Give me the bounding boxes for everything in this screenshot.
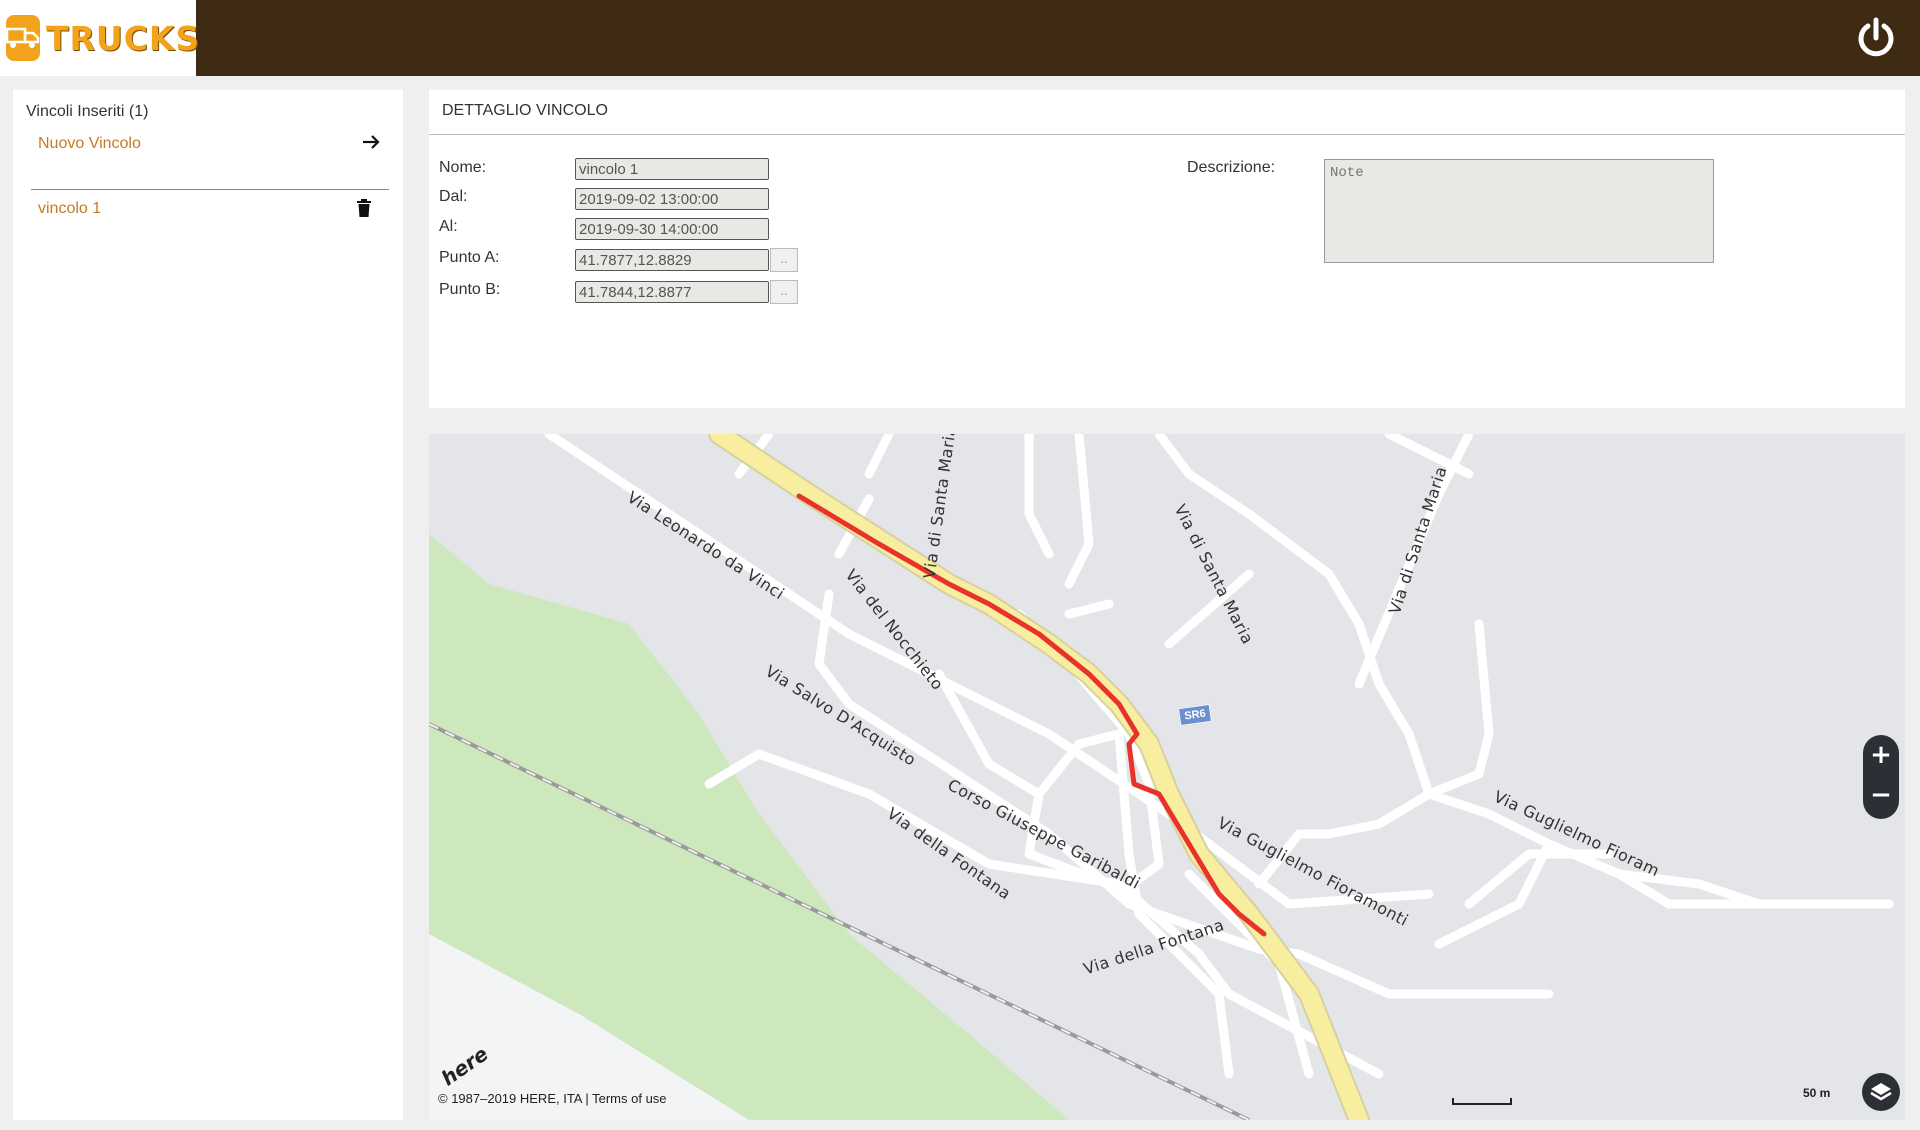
- map-canvas: [429, 434, 1894, 1120]
- top-bar: TRUCKS: [0, 0, 1920, 76]
- name-label: Nome:: [439, 159, 487, 176]
- to-date-field[interactable]: [575, 218, 769, 240]
- detail-title: DETTAGLIO VINCOLO: [442, 102, 608, 119]
- arrow-right-icon[interactable]: [360, 131, 382, 153]
- list-divider: [31, 189, 389, 190]
- power-button[interactable]: [1854, 16, 1898, 60]
- from-label: Dal:: [439, 188, 468, 205]
- name-field[interactable]: [575, 158, 769, 180]
- to-label: Al:: [439, 218, 458, 235]
- constraint-detail-panel: DETTAGLIO VINCOLO Nome: Dal: Al: Punto A…: [429, 90, 1905, 408]
- description-field[interactable]: [1324, 159, 1714, 263]
- map-scale-label: 50 m: [1803, 1086, 1831, 1100]
- layers-icon: [1870, 1083, 1892, 1101]
- zoom-in-button[interactable]: +: [1863, 735, 1899, 775]
- app-logo[interactable]: TRUCKS: [0, 0, 199, 76]
- map-view[interactable]: Via Leonardo da Vinci Via del Nocchieto …: [429, 434, 1905, 1120]
- zoom-out-button[interactable]: −: [1863, 775, 1899, 815]
- list-item[interactable]: vincolo 1: [38, 200, 101, 218]
- terms-link[interactable]: Terms of use: [592, 1091, 666, 1106]
- from-date-field[interactable]: [575, 188, 769, 210]
- copyright-text: © 1987–2019 HERE, ITA |: [438, 1091, 593, 1106]
- constraints-list-panel: Vincoli Inseriti (1) Nuovo Vincolo vinco…: [13, 90, 403, 1120]
- point-a-field[interactable]: [575, 249, 769, 271]
- point-b-label: Punto B:: [439, 281, 501, 298]
- point-b-picker-button[interactable]: ..: [770, 280, 798, 304]
- truck-icon: [6, 15, 40, 61]
- description-label: Descrizione:: [1187, 159, 1276, 176]
- detail-divider: [429, 134, 1905, 135]
- trash-icon[interactable]: [355, 198, 373, 218]
- point-b-field[interactable]: [575, 281, 769, 303]
- zoom-control: + −: [1863, 735, 1899, 819]
- power-icon: [1858, 17, 1894, 57]
- point-a-label: Punto A:: [439, 249, 500, 266]
- layers-button[interactable]: [1862, 1073, 1900, 1111]
- map-attribution: © 1987–2019 HERE, ITA | Terms of use: [438, 1091, 667, 1106]
- point-a-picker-button[interactable]: ..: [770, 248, 798, 272]
- new-constraint-link[interactable]: Nuovo Vincolo: [38, 135, 141, 153]
- logo-text: TRUCKS: [46, 18, 201, 58]
- list-title: Vincoli Inseriti (1): [26, 103, 149, 120]
